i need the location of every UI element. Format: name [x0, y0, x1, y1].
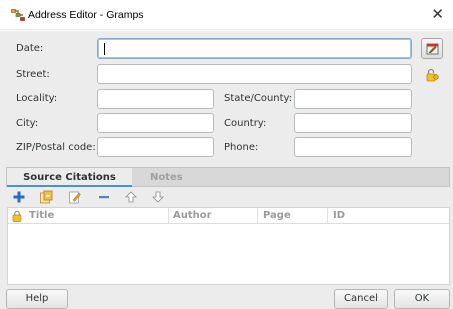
date-label: Date:: [16, 43, 44, 54]
column-id[interactable]: ID: [333, 210, 345, 221]
table-header: Title Author Page ID: [8, 208, 449, 224]
tab-source-citations[interactable]: Source Citations: [7, 168, 132, 187]
column-separator: [257, 208, 258, 223]
title-bar: Address Editor - Gramps ✕: [0, 0, 453, 30]
city-field[interactable]: [97, 113, 214, 133]
street-field[interactable]: [97, 64, 412, 84]
edit-icon[interactable]: [68, 190, 82, 204]
tab-notes[interactable]: Notes: [150, 168, 190, 187]
help-button[interactable]: Help: [6, 289, 68, 309]
phone-field[interactable]: [294, 137, 412, 157]
date-editor-button[interactable]: [421, 38, 443, 59]
add-icon[interactable]: [12, 190, 26, 204]
phone-label: Phone:: [224, 142, 259, 153]
date-field[interactable]: [97, 38, 412, 59]
date-editor-icon: [426, 43, 439, 55]
state-label: State/County:: [224, 93, 293, 104]
zip-field[interactable]: [97, 137, 214, 157]
gramps-tree-icon: [11, 9, 25, 21]
ok-button[interactable]: OK: [394, 289, 450, 309]
column-author[interactable]: Author: [173, 210, 212, 221]
zip-label: ZIP/Postal code:: [16, 142, 96, 153]
text-caret: [104, 43, 105, 55]
tab-bar: Source Citations Notes: [6, 167, 450, 187]
column-separator: [327, 208, 328, 223]
privacy-lock-icon[interactable]: [425, 68, 439, 82]
column-title[interactable]: Title: [29, 210, 54, 221]
locality-field[interactable]: [97, 89, 214, 109]
window-title: Address Editor - Gramps: [28, 9, 144, 21]
citation-toolbar: [6, 187, 450, 207]
privacy-column-icon: [12, 210, 22, 222]
cancel-button[interactable]: Cancel: [334, 289, 388, 309]
street-label: Street:: [16, 69, 50, 80]
notebook: Source Citations Notes Title Author Page…: [6, 167, 450, 308]
locality-label: Locality:: [16, 93, 58, 104]
state-field[interactable]: [294, 89, 412, 109]
close-icon[interactable]: ✕: [431, 6, 444, 22]
move-up-icon[interactable]: [124, 190, 138, 204]
move-down-icon[interactable]: [151, 190, 165, 204]
column-separator: [168, 208, 169, 223]
citations-table[interactable]: Title Author Page ID: [7, 207, 450, 285]
remove-icon[interactable]: [97, 190, 111, 204]
country-field[interactable]: [294, 113, 412, 133]
city-label: City:: [16, 118, 39, 129]
share-existing-icon[interactable]: [39, 190, 53, 204]
country-label: Country:: [224, 118, 267, 129]
column-page[interactable]: Page: [263, 210, 291, 221]
